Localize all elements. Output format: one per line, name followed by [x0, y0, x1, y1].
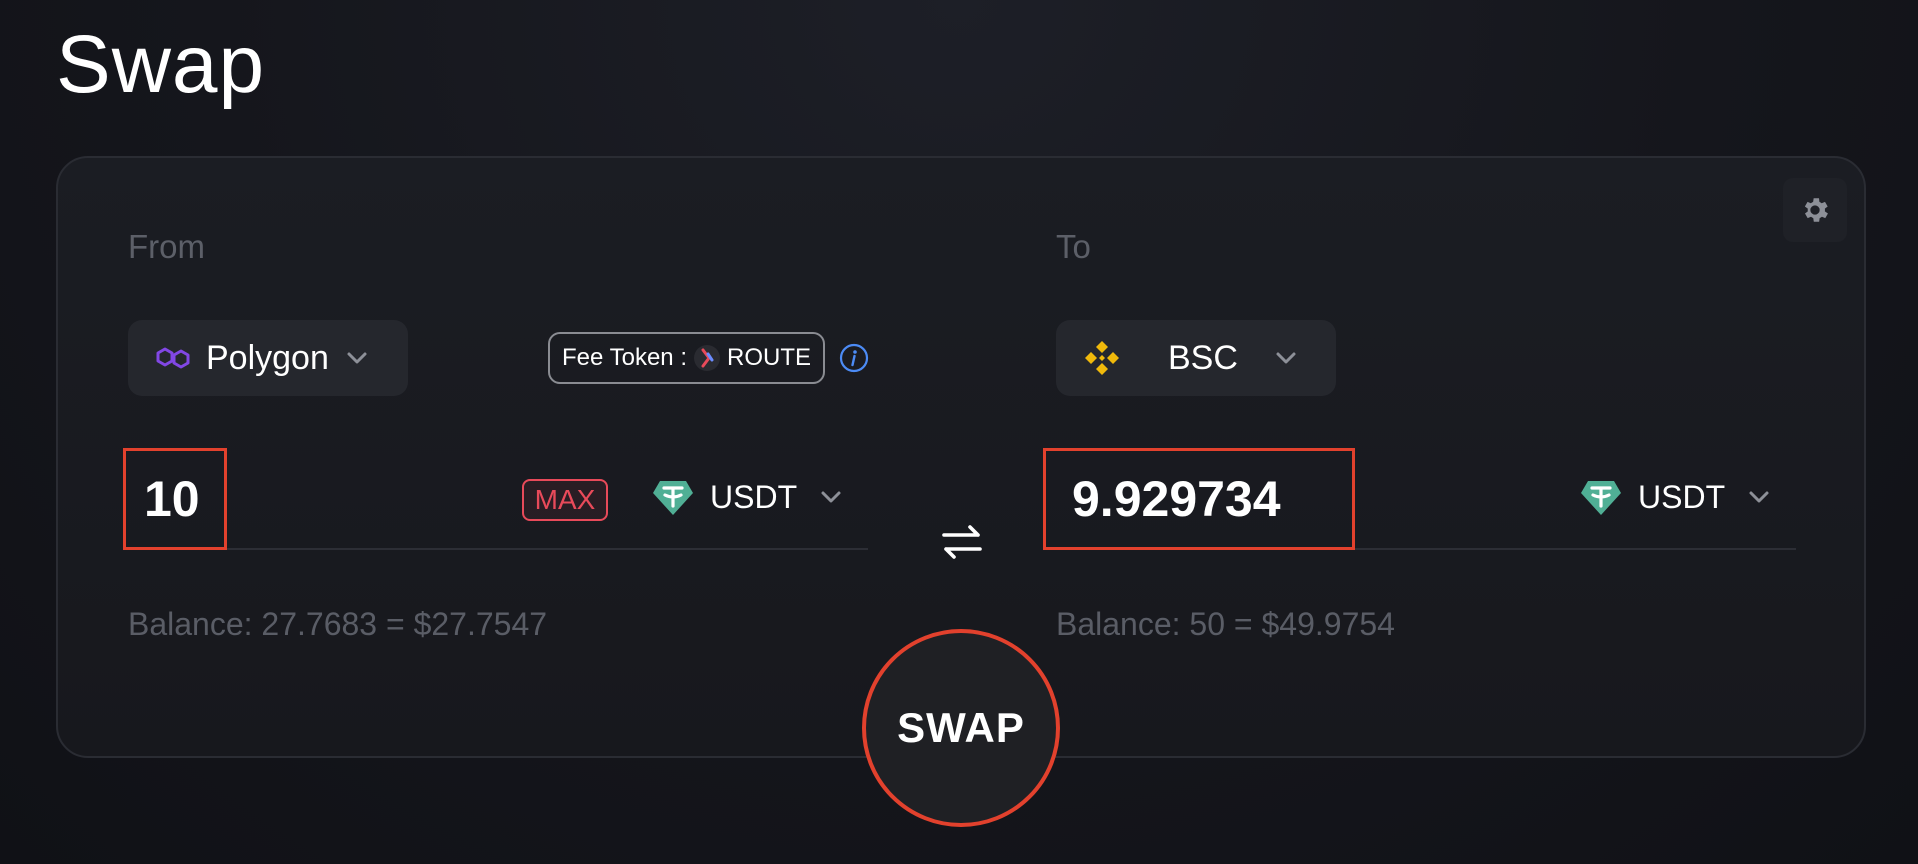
settings-button[interactable] [1783, 178, 1847, 242]
swap-direction-icon[interactable] [940, 522, 984, 562]
route-token-icon [693, 345, 720, 371]
gear-icon [1804, 198, 1828, 222]
chevron-down-icon [1276, 352, 1296, 364]
chevron-down-icon [1749, 491, 1769, 503]
to-amount-output[interactable]: 9.929734 [1043, 448, 1355, 550]
from-chain-select[interactable]: Polygon [128, 320, 408, 396]
from-token-symbol: USDT [710, 478, 798, 515]
info-icon[interactable] [839, 343, 869, 373]
usdt-icon [653, 481, 693, 515]
to-amount-value: 9.929734 [1072, 471, 1281, 527]
from-amount-value: 10 [144, 471, 200, 527]
to-balance: Balance: 50 = $49.9754 [1056, 606, 1395, 642]
to-chain-select[interactable]: BSC [1056, 320, 1336, 396]
fee-token-prefix: Fee Token : [562, 344, 687, 371]
from-amount-input[interactable]: 10 [123, 448, 227, 550]
from-chain-name: Polygon [206, 338, 329, 377]
swap-button[interactable]: SWAP [862, 629, 1060, 827]
to-token-select[interactable]: USDT [1580, 472, 1771, 522]
fee-token-name: ROUTE [726, 344, 811, 371]
from-balance: Balance: 27.7683 = $27.7547 [128, 606, 548, 642]
to-label: To [1056, 228, 1091, 265]
from-amount-underline [128, 548, 868, 550]
bsc-icon [1085, 341, 1119, 375]
max-button[interactable]: MAX [522, 479, 608, 521]
usdt-icon [1581, 481, 1621, 515]
from-token-select[interactable]: USDT [652, 472, 843, 522]
chevron-down-icon [347, 352, 367, 364]
to-token-symbol: USDT [1638, 478, 1726, 515]
to-chain-name: BSC [1168, 338, 1238, 377]
fee-token-selector[interactable]: Fee Token : ROUTE [548, 332, 825, 384]
from-label: From [128, 228, 205, 265]
chevron-down-icon [821, 491, 841, 503]
polygon-icon [156, 347, 190, 369]
page-title: Swap [56, 19, 266, 110]
